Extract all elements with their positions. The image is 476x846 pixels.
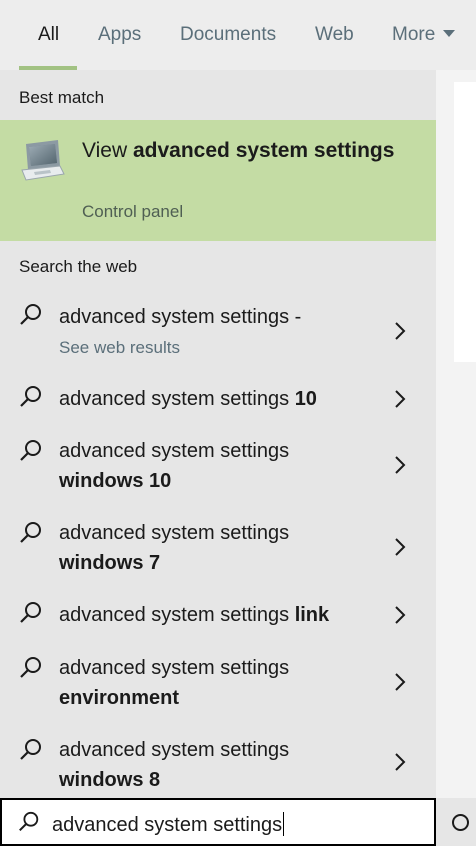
web-result-bold: windows 10 bbox=[59, 470, 172, 492]
web-result-query: advanced system settings bbox=[59, 388, 295, 410]
best-match-subtitle: Control panel bbox=[82, 202, 184, 221]
tab-web[interactable]: Web bbox=[315, 22, 354, 50]
search-icon bbox=[20, 440, 41, 461]
chevron-right-icon bbox=[395, 606, 406, 624]
search-icon bbox=[20, 304, 41, 325]
web-result-subtext: See web results bbox=[59, 338, 180, 357]
web-result-query: advanced system settings bbox=[59, 604, 295, 626]
tab-more[interactable]: More bbox=[392, 22, 456, 50]
web-result-text: advanced system settings link bbox=[59, 600, 379, 630]
best-match-title-bold: advanced system settings bbox=[132, 139, 395, 162]
computer-monitor-icon bbox=[21, 140, 65, 181]
chevron-right-icon bbox=[395, 753, 406, 771]
search-icon bbox=[20, 739, 41, 760]
web-result-bold: windows 8 bbox=[59, 769, 161, 791]
web-result-item[interactable]: advanced system settings environment bbox=[0, 649, 436, 719]
web-result-item[interactable]: advanced system settings windows 8 bbox=[0, 731, 436, 797]
search-icon bbox=[20, 386, 41, 407]
cortana-button[interactable] bbox=[436, 798, 476, 846]
web-result-item[interactable]: advanced system settings - See web result… bbox=[0, 296, 436, 368]
web-result-text: advanced system settings environment bbox=[59, 653, 379, 713]
web-result-bold: windows 7 bbox=[59, 552, 161, 574]
web-result-bold: 10 bbox=[294, 388, 317, 410]
preview-card bbox=[454, 82, 476, 362]
chevron-right-icon bbox=[395, 673, 406, 691]
search-query-text: advanced system settings bbox=[52, 812, 285, 837]
tab-all[interactable]: All bbox=[38, 22, 59, 50]
web-result-text: advanced system settings - See web result… bbox=[59, 302, 379, 363]
web-result-query: advanced system settings bbox=[59, 657, 290, 679]
search-query-value: advanced system settings bbox=[52, 814, 283, 836]
web-result-text: advanced system settings windows 10 bbox=[59, 436, 379, 496]
search-filter-tabs: All Apps Documents Web More bbox=[0, 0, 476, 70]
chevron-down-icon bbox=[443, 30, 456, 37]
search-input[interactable]: advanced system settings bbox=[0, 798, 436, 846]
chevron-right-icon bbox=[395, 456, 406, 474]
chevron-right-icon bbox=[395, 390, 406, 408]
web-result-query: advanced system settings bbox=[59, 440, 290, 462]
web-result-query: advanced system settings bbox=[59, 739, 290, 761]
web-result-query: advanced system settings bbox=[59, 522, 290, 544]
web-result-item[interactable]: advanced system settings 10 bbox=[0, 380, 436, 420]
search-icon bbox=[20, 522, 41, 543]
web-result-item[interactable]: advanced system settings windows 10 bbox=[0, 432, 436, 502]
best-match-title-prefix: View bbox=[82, 139, 133, 162]
best-match-heading: Best match bbox=[19, 88, 105, 107]
web-result-text: advanced system settings windows 7 bbox=[59, 518, 379, 578]
web-result-item[interactable]: advanced system settings link bbox=[0, 596, 436, 636]
search-icon bbox=[20, 602, 41, 623]
web-result-text: advanced system settings windows 8 bbox=[59, 735, 379, 795]
web-result-text: advanced system settings 10 bbox=[59, 384, 379, 414]
tab-apps[interactable]: Apps bbox=[98, 22, 141, 50]
best-match-result[interactable]: View advanced system settings Control pa… bbox=[0, 120, 436, 241]
cortana-icon bbox=[452, 814, 469, 831]
search-icon bbox=[20, 657, 41, 678]
web-result-bold: environment bbox=[59, 687, 180, 709]
web-result-query: advanced system settings - bbox=[59, 306, 302, 328]
text-cursor bbox=[283, 812, 285, 836]
best-match-title: View advanced system settings bbox=[82, 136, 402, 166]
web-result-bold: link bbox=[294, 604, 330, 626]
search-icon bbox=[19, 811, 39, 832]
web-result-item[interactable]: advanced system settings windows 7 bbox=[0, 514, 436, 584]
tab-documents[interactable]: Documents bbox=[180, 22, 276, 50]
chevron-right-icon bbox=[395, 322, 406, 340]
tab-more-label: More bbox=[392, 24, 436, 45]
preview-pane bbox=[436, 70, 476, 798]
search-web-heading: Search the web bbox=[19, 257, 138, 276]
chevron-right-icon bbox=[395, 538, 406, 556]
